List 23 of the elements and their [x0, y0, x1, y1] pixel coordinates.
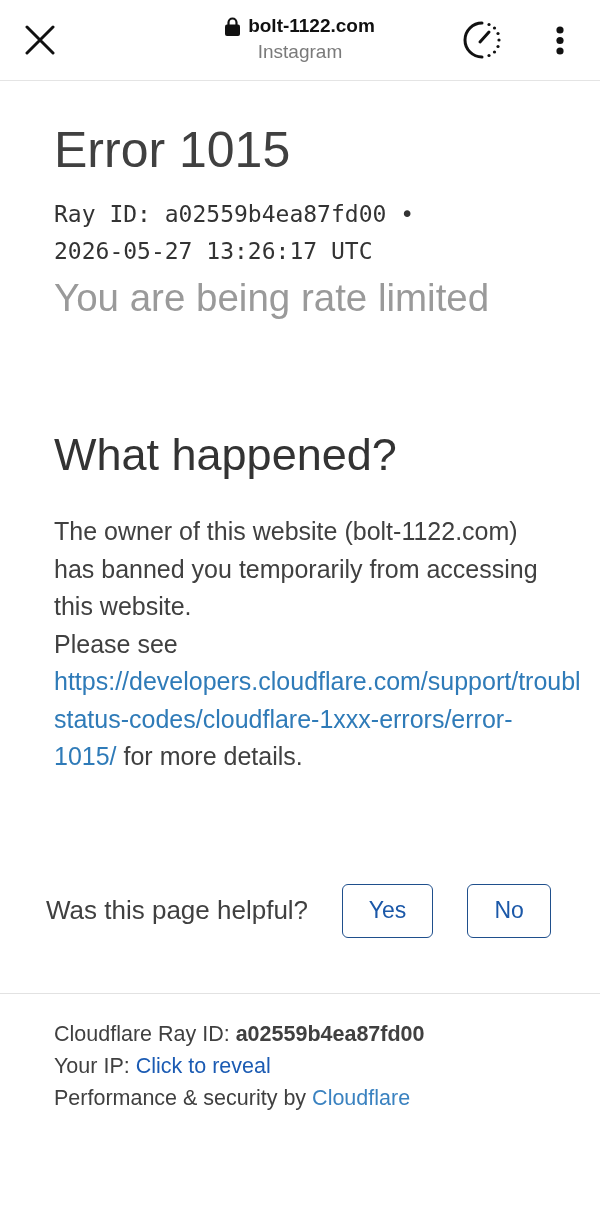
page-title: Instagram — [257, 40, 343, 64]
feedback-button[interactable]: Yes — [342, 883, 434, 938]
documentation-link[interactable]: https://developers.cloudflare.com/support/troubl — [54, 667, 581, 695]
error-subtitle: You are being rate limited — [54, 275, 491, 321]
ip-label: Your IP: — [54, 1053, 130, 1078]
kebab-menu-icon[interactable] — [556, 25, 564, 55]
gauge-icon[interactable] — [462, 21, 502, 59]
credit-label: Performance & security by — [54, 1085, 307, 1110]
ray-id-text: Ray ID: a02559b4ea87fd00 • — [54, 200, 416, 229]
timestamp-text: 2026-05-27 13:26:17 UTC — [54, 237, 374, 266]
site-domain: bolt-1122.com — [248, 14, 375, 38]
cloudflare-link[interactable]: Cloudflare — [312, 1085, 411, 1110]
lock-icon — [225, 16, 241, 36]
ray-id-footer: Cloudflare Ray ID: a02559b4ea87fd00 — [54, 1017, 580, 1050]
close-icon[interactable] — [25, 25, 55, 55]
reveal-ip-link[interactable]: Click to reveal — [135, 1053, 271, 1078]
documentation-link[interactable]: 1015/ — [54, 742, 117, 770]
feedback-button[interactable]: No — [467, 883, 552, 938]
explanation-text: The owner of this website (bolt-1122.com) has banned you temporarily from accessing this website. — [54, 516, 539, 622]
feedback-question: Was this page helpful? — [46, 895, 309, 926]
documentation-link[interactable]: status-codes/cloudflare-1xxx-errors/error- — [54, 704, 513, 733]
section-heading: What happened? — [54, 428, 398, 482]
error-title: Error 1015 — [54, 121, 292, 180]
